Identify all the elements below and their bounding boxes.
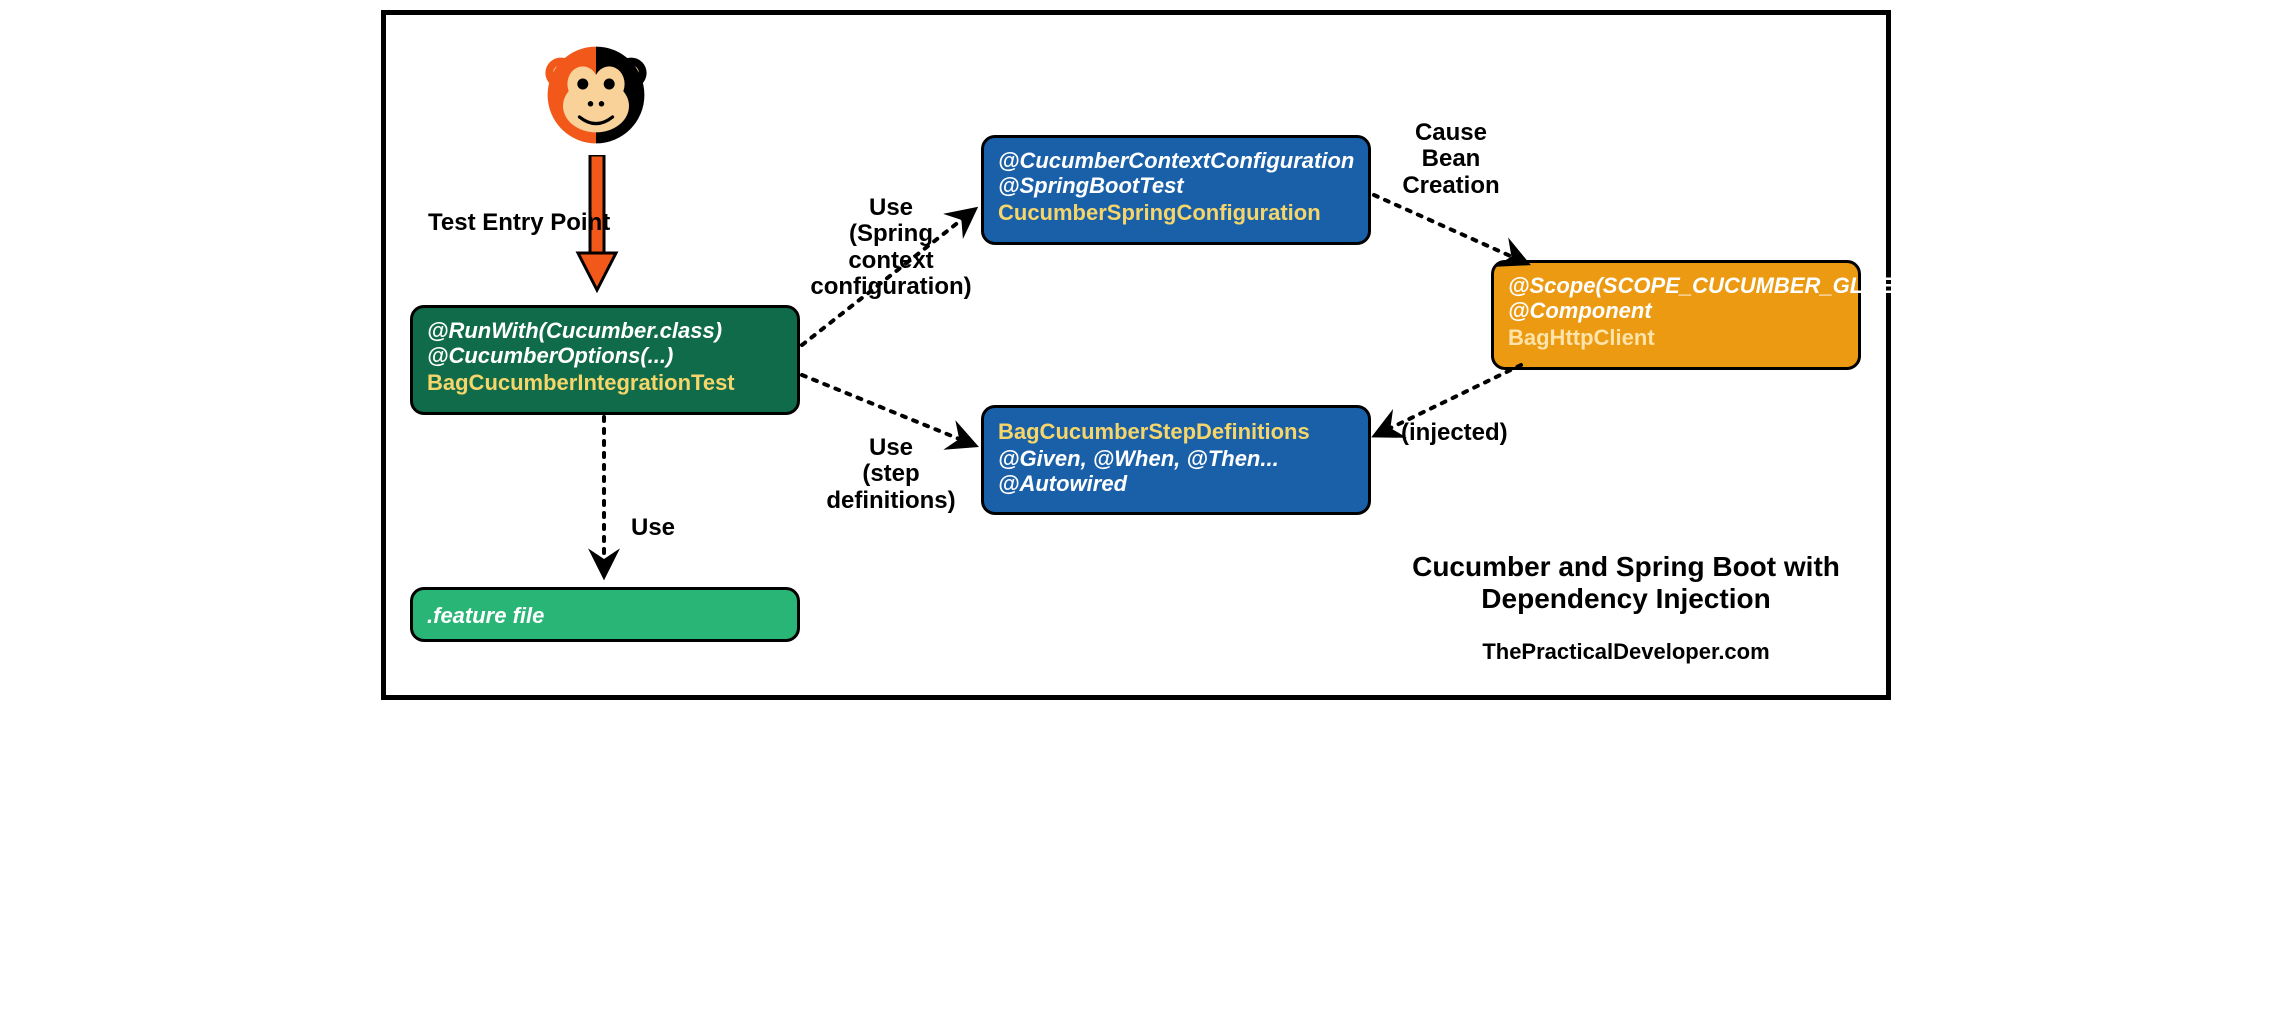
runner-ann1: @RunWith(Cucumber.class) — [427, 318, 783, 343]
monkey-logo — [541, 40, 651, 150]
config-ann2: @SpringBootTest — [998, 173, 1354, 198]
title-l2: Dependency Injection — [1481, 583, 1770, 614]
label-cause-l1: Cause — [1415, 119, 1487, 146]
steps-class: BagCucumberStepDefinitions — [998, 418, 1354, 446]
label-use-steps: Use (step definitions) — [816, 435, 966, 514]
steps-ann1: @Given, @When, @Then... — [998, 446, 1354, 471]
label-use-config-l1: Use — [869, 194, 913, 221]
client-ann2: @Component — [1508, 298, 1844, 323]
label-cause-l3: Creation — [1402, 172, 1499, 199]
label-cause-l2: Bean — [1422, 145, 1481, 172]
label-use-feature: Use — [631, 515, 675, 541]
title-l1: Cucumber and Spring Boot with — [1412, 551, 1840, 582]
label-use-steps-l1: Use — [869, 434, 913, 461]
box-config: @CucumberContextConfiguration @SpringBoo… — [981, 135, 1371, 245]
box-feature: .feature file — [410, 587, 800, 642]
label-use-config-l3: configuration) — [810, 273, 971, 300]
label-use-config: Use (Spring context configuration) — [806, 195, 976, 301]
label-use-steps-l2: (step — [862, 460, 919, 487]
label-use-config-l2: (Spring context — [848, 220, 933, 273]
label-entry-point: Test Entry Point — [428, 210, 610, 236]
config-ann1: @CucumberContextConfiguration — [998, 148, 1354, 173]
config-class: CucumberSpringConfiguration — [998, 199, 1354, 227]
box-client: @Scope(SCOPE_CUCUMBER_GLUE) @Component B… — [1491, 260, 1861, 370]
box-steps: BagCucumberStepDefinitions @Given, @When… — [981, 405, 1371, 515]
diagram-frame: Test Entry Point Use Use (Spring context… — [381, 10, 1891, 700]
label-cause-bean: Cause Bean Creation — [1396, 120, 1506, 199]
runner-ann2: @CucumberOptions(...) — [427, 343, 783, 368]
runner-class: BagCucumberIntegrationTest — [427, 369, 783, 397]
label-use-steps-l3: definitions) — [826, 487, 955, 514]
feature-label: .feature file — [427, 602, 783, 630]
client-ann1: @Scope(SCOPE_CUCUMBER_GLUE) — [1508, 273, 1844, 298]
steps-ann2: @Autowired — [998, 471, 1354, 496]
box-runner: @RunWith(Cucumber.class) @CucumberOption… — [410, 305, 800, 415]
diagram-title: Cucumber and Spring Boot with Dependency… — [1406, 551, 1846, 615]
diagram-credit: ThePracticalDeveloper.com — [1406, 639, 1846, 665]
label-injected: (injected) — [1401, 420, 1508, 446]
client-class: BagHttpClient — [1508, 324, 1844, 352]
